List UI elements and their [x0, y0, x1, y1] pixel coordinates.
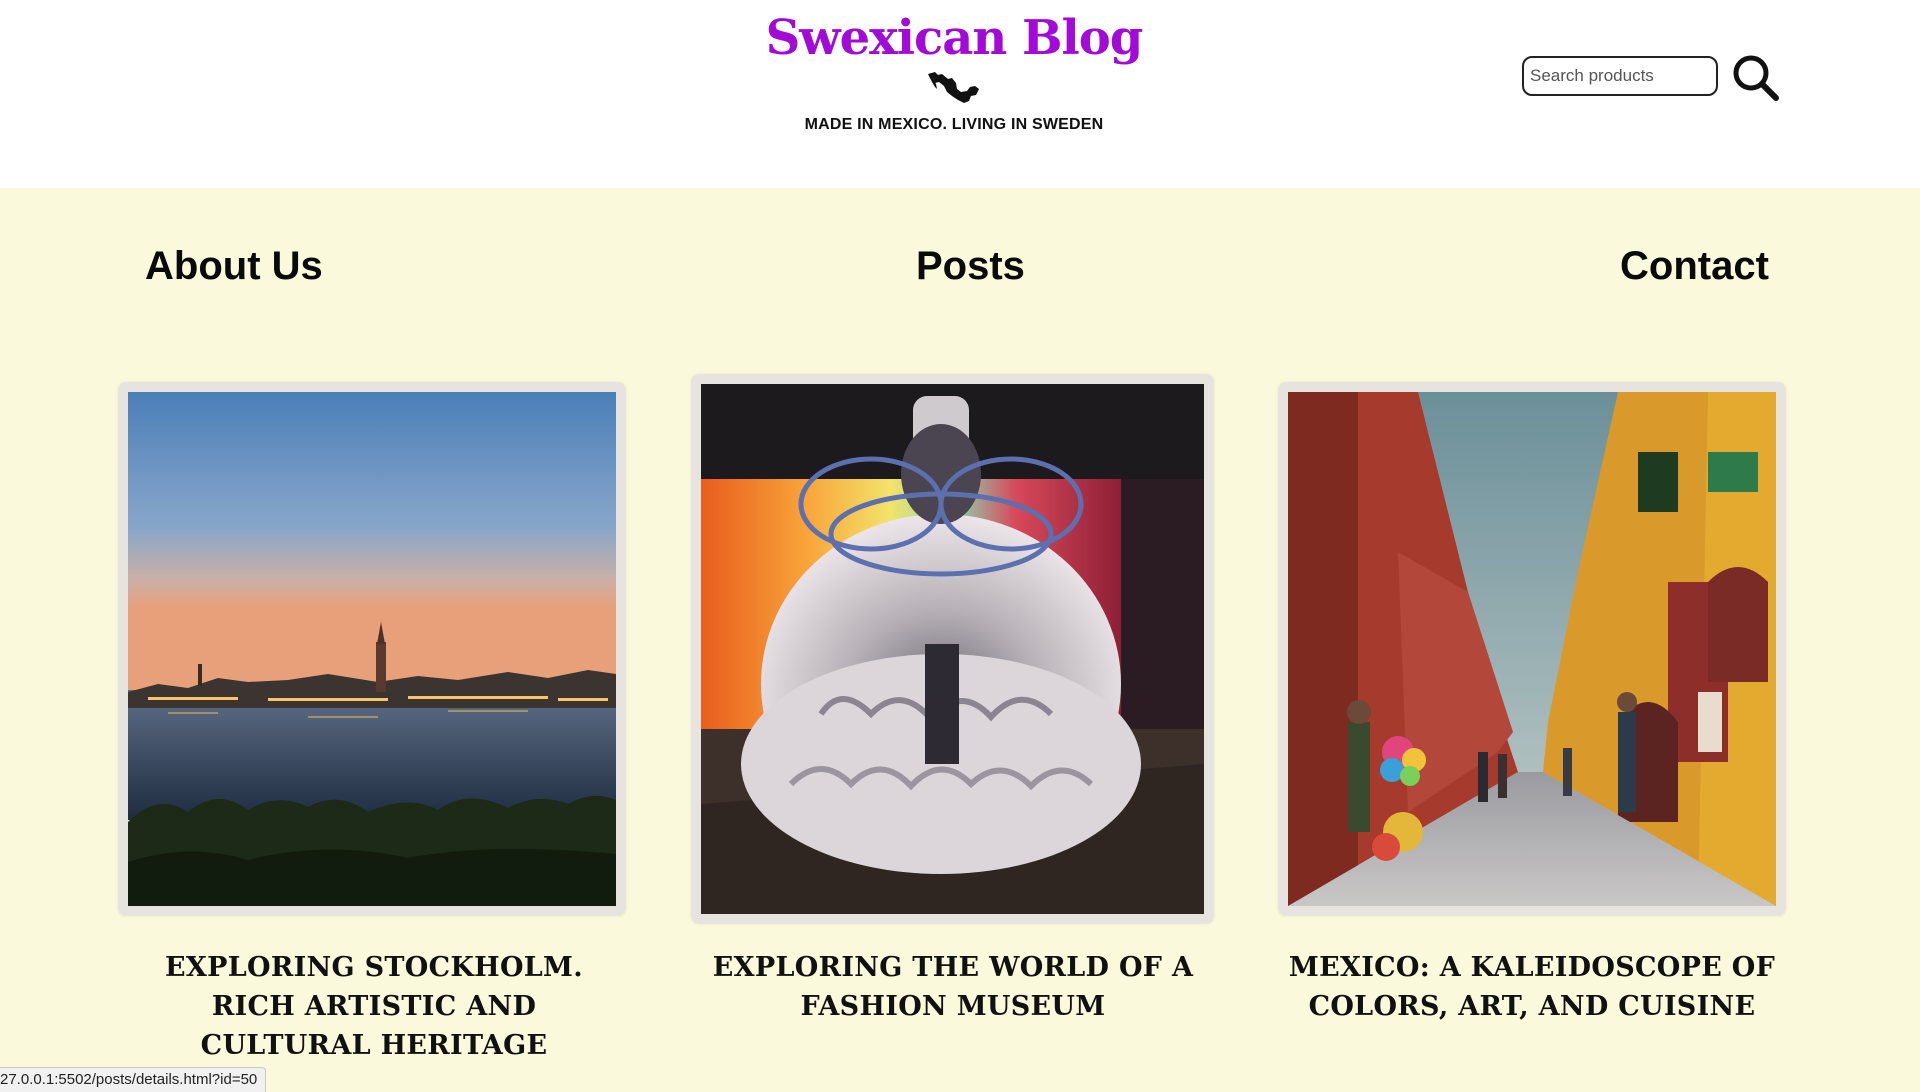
search-button[interactable] [1730, 52, 1782, 104]
stockholm-skyline-photo [128, 392, 616, 906]
fashion-sculpture-photo [701, 384, 1204, 914]
post-card-image-frame[interactable] [691, 374, 1214, 924]
post-card-image-frame[interactable] [1278, 382, 1786, 916]
nav-posts-link[interactable]: Posts [916, 244, 1025, 289]
brand-tagline: MADE IN MEXICO. LIVING IN SWEDEN [804, 116, 1104, 133]
nav-about-link[interactable]: About Us [145, 244, 323, 289]
search-icon [1733, 55, 1779, 101]
post-title-link[interactable]: EXPLORING STOCKHOLM. RICH ARTISTIC AND C… [124, 948, 624, 1065]
post-card-image-frame[interactable] [118, 382, 626, 916]
status-bar-url: 27.0.0.1:5502/posts/details.html?id=50 [0, 1067, 267, 1092]
mexican-street-photo [1288, 392, 1776, 906]
post-title-link[interactable]: EXPLORING THE WORLD OF A FASHION MUSEUM [703, 948, 1203, 1026]
mexico-map-icon [928, 72, 979, 103]
post-title-link[interactable]: MEXICO: A KALEIDOSCOPE OF COLORS, ART, A… [1282, 948, 1782, 1026]
search-input[interactable] [1522, 56, 1718, 96]
brand[interactable]: Swexican Blog MADE IN MEXICO. LIVING IN … [740, 8, 1168, 134]
brand-title[interactable]: Swexican Blog [740, 8, 1168, 68]
site-header: Swexican Blog MADE IN MEXICO. LIVING IN … [0, 0, 1920, 188]
nav-contact-link[interactable]: Contact [1620, 244, 1769, 289]
